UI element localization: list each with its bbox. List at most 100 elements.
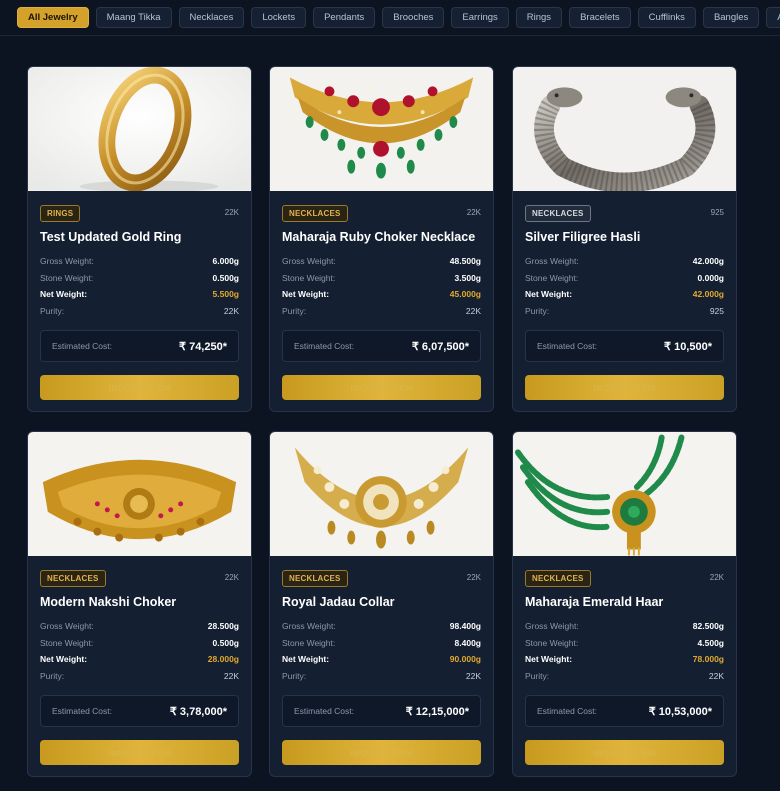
estimated-cost-value: ₹ 74,250* bbox=[179, 340, 227, 353]
inquire-item-button[interactable]: INQUIRE ITEM bbox=[40, 740, 239, 765]
filter-rings[interactable]: Rings bbox=[515, 7, 563, 28]
filter-lockets[interactable]: Lockets bbox=[251, 7, 307, 28]
gross-weight-row: Gross Weight: 98.400g bbox=[282, 621, 481, 633]
net-weight-value: 42.000g bbox=[692, 289, 724, 299]
inquire-item-button[interactable]: INQUIRE ITEM bbox=[282, 740, 481, 765]
estimated-cost-value: ₹ 10,53,000* bbox=[648, 705, 712, 718]
net-weight-label: Net Weight: bbox=[40, 654, 88, 664]
stone-weight-row: Stone Weight: 0.000g bbox=[525, 273, 724, 285]
inquire-item-button[interactable]: INQUIRE ITEM bbox=[525, 740, 724, 765]
stone-weight-label: Stone Weight: bbox=[525, 638, 579, 648]
purity-row: Purity: 22K bbox=[525, 671, 724, 683]
category-badge: RINGS bbox=[40, 205, 81, 222]
purity-row: Purity: 22K bbox=[282, 306, 481, 318]
estimated-cost-label: Estimated Cost: bbox=[52, 706, 112, 716]
stone-weight-row: Stone Weight: 3.500g bbox=[282, 273, 481, 285]
stone-weight-row: Stone Weight: 0.500g bbox=[40, 273, 239, 285]
net-weight-label: Net Weight: bbox=[282, 654, 330, 664]
stone-weight-label: Stone Weight: bbox=[282, 273, 336, 283]
net-weight-row: Net Weight: 90.000g bbox=[282, 654, 481, 666]
product-title: Modern Nakshi Choker bbox=[40, 595, 177, 609]
product-card[interactable]: NECKLACES 22K Royal Jadau Collar Gross W… bbox=[269, 431, 494, 777]
filter-maang-tikka[interactable]: Maang Tikka bbox=[95, 7, 172, 28]
product-card[interactable]: RINGS 22K Test Updated Gold Ring Gross W… bbox=[27, 66, 252, 412]
stone-weight-row: Stone Weight: 0.500g bbox=[40, 638, 239, 650]
karat-label: 925 bbox=[710, 208, 724, 217]
category-badge: NECKLACES bbox=[525, 205, 591, 222]
filter-cufflinks[interactable]: Cufflinks bbox=[637, 7, 696, 28]
estimated-cost-box: Estimated Cost: ₹ 3,78,000* bbox=[40, 695, 239, 727]
product-card[interactable]: NECKLACES 22K Maharaja Ruby Choker Neckl… bbox=[269, 66, 494, 412]
estimated-cost-box: Estimated Cost: ₹ 12,15,000* bbox=[282, 695, 481, 727]
karat-label: 22K bbox=[709, 573, 724, 582]
estimated-cost-box: Estimated Cost: ₹ 10,53,000* bbox=[525, 695, 724, 727]
purity-row: Purity: 925 bbox=[525, 306, 724, 318]
net-weight-label: Net Weight: bbox=[525, 654, 573, 664]
purity-value: 22K bbox=[223, 306, 239, 316]
filter-bracelets[interactable]: Bracelets bbox=[569, 7, 631, 28]
purity-row: Purity: 22K bbox=[40, 671, 239, 683]
product-card[interactable]: NECKLACES 925 Silver Filigree Hasli Gros… bbox=[512, 66, 737, 412]
stone-weight-row: Stone Weight: 4.500g bbox=[525, 638, 724, 650]
gross-weight-row: Gross Weight: 48.500g bbox=[282, 256, 481, 268]
filter-pendants[interactable]: Pendants bbox=[313, 7, 376, 28]
inquire-item-button[interactable]: INQUIRE ITEM bbox=[40, 375, 239, 400]
gross-weight-row: Gross Weight: 42.000g bbox=[525, 256, 724, 268]
stone-weight-value: 0.000g bbox=[697, 273, 724, 283]
filter-earrings[interactable]: Earrings bbox=[451, 7, 509, 28]
net-weight-row: Net Weight: 45.000g bbox=[282, 289, 481, 301]
stone-weight-label: Stone Weight: bbox=[40, 638, 94, 648]
filter-all-jewelry[interactable]: All Jewelry bbox=[17, 7, 89, 28]
estimated-cost-value: ₹ 10,500* bbox=[664, 340, 712, 353]
product-title: Maharaja Ruby Choker Necklace bbox=[282, 230, 476, 244]
filter-bangles[interactable]: Bangles bbox=[702, 7, 760, 28]
purity-value: 925 bbox=[709, 306, 724, 316]
purity-value: 22K bbox=[223, 671, 239, 681]
category-badge: NECKLACES bbox=[282, 205, 348, 222]
gross-weight-value: 48.500g bbox=[449, 256, 481, 266]
gross-weight-label: Gross Weight: bbox=[525, 256, 579, 266]
gross-weight-row: Gross Weight: 82.500g bbox=[525, 621, 724, 633]
estimated-cost-label: Estimated Cost: bbox=[52, 341, 112, 351]
purity-value: 22K bbox=[708, 671, 724, 681]
gross-weight-value: 28.500g bbox=[207, 621, 239, 631]
category-badge: NECKLACES bbox=[525, 570, 591, 587]
estimated-cost-box: Estimated Cost: ₹ 74,250* bbox=[40, 330, 239, 362]
gross-weight-label: Gross Weight: bbox=[282, 256, 336, 266]
net-weight-label: Net Weight: bbox=[282, 289, 330, 299]
purity-label: Purity: bbox=[525, 671, 550, 681]
purity-row: Purity: 22K bbox=[40, 306, 239, 318]
purity-label: Purity: bbox=[40, 306, 65, 316]
estimated-cost-label: Estimated Cost: bbox=[294, 341, 354, 351]
product-title: Maharaja Emerald Haar bbox=[525, 595, 664, 609]
stone-weight-value: 0.500g bbox=[212, 638, 239, 648]
filter-anklets[interactable]: Anklets bbox=[766, 7, 780, 28]
filter-brooches[interactable]: Brooches bbox=[382, 7, 445, 28]
ruby-choker-image bbox=[270, 67, 493, 191]
estimated-cost-box: Estimated Cost: ₹ 6,07,500* bbox=[282, 330, 481, 362]
product-card[interactable]: NECKLACES 22K Maharaja Emerald Haar Gros… bbox=[512, 431, 737, 777]
purity-row: Purity: 22K bbox=[282, 671, 481, 683]
product-title: Test Updated Gold Ring bbox=[40, 230, 182, 244]
gross-weight-label: Gross Weight: bbox=[525, 621, 579, 631]
stone-weight-value: 8.400g bbox=[454, 638, 481, 648]
karat-label: 22K bbox=[224, 573, 239, 582]
purity-label: Purity: bbox=[40, 671, 65, 681]
stone-weight-value: 0.500g bbox=[212, 273, 239, 283]
product-card[interactable]: NECKLACES 22K Modern Nakshi Choker Gross… bbox=[27, 431, 252, 777]
nakshi-choker-image bbox=[28, 432, 251, 556]
net-weight-row: Net Weight: 42.000g bbox=[525, 289, 724, 301]
inquire-item-button[interactable]: INQUIRE ITEM bbox=[525, 375, 724, 400]
estimated-cost-label: Estimated Cost: bbox=[294, 706, 354, 716]
stone-weight-row: Stone Weight: 8.400g bbox=[282, 638, 481, 650]
karat-label: 22K bbox=[224, 208, 239, 217]
gross-weight-row: Gross Weight: 6.000g bbox=[40, 256, 239, 268]
gross-weight-value: 98.400g bbox=[449, 621, 481, 631]
net-weight-value: 78.000g bbox=[692, 654, 724, 664]
net-weight-value: 45.000g bbox=[449, 289, 481, 299]
stone-weight-label: Stone Weight: bbox=[40, 273, 94, 283]
stone-weight-value: 3.500g bbox=[454, 273, 481, 283]
filter-necklaces[interactable]: Necklaces bbox=[178, 7, 245, 28]
inquire-item-button[interactable]: INQUIRE ITEM bbox=[282, 375, 481, 400]
category-filter-bar: All Jewelry Maang Tikka Necklaces Locket… bbox=[0, 0, 780, 36]
